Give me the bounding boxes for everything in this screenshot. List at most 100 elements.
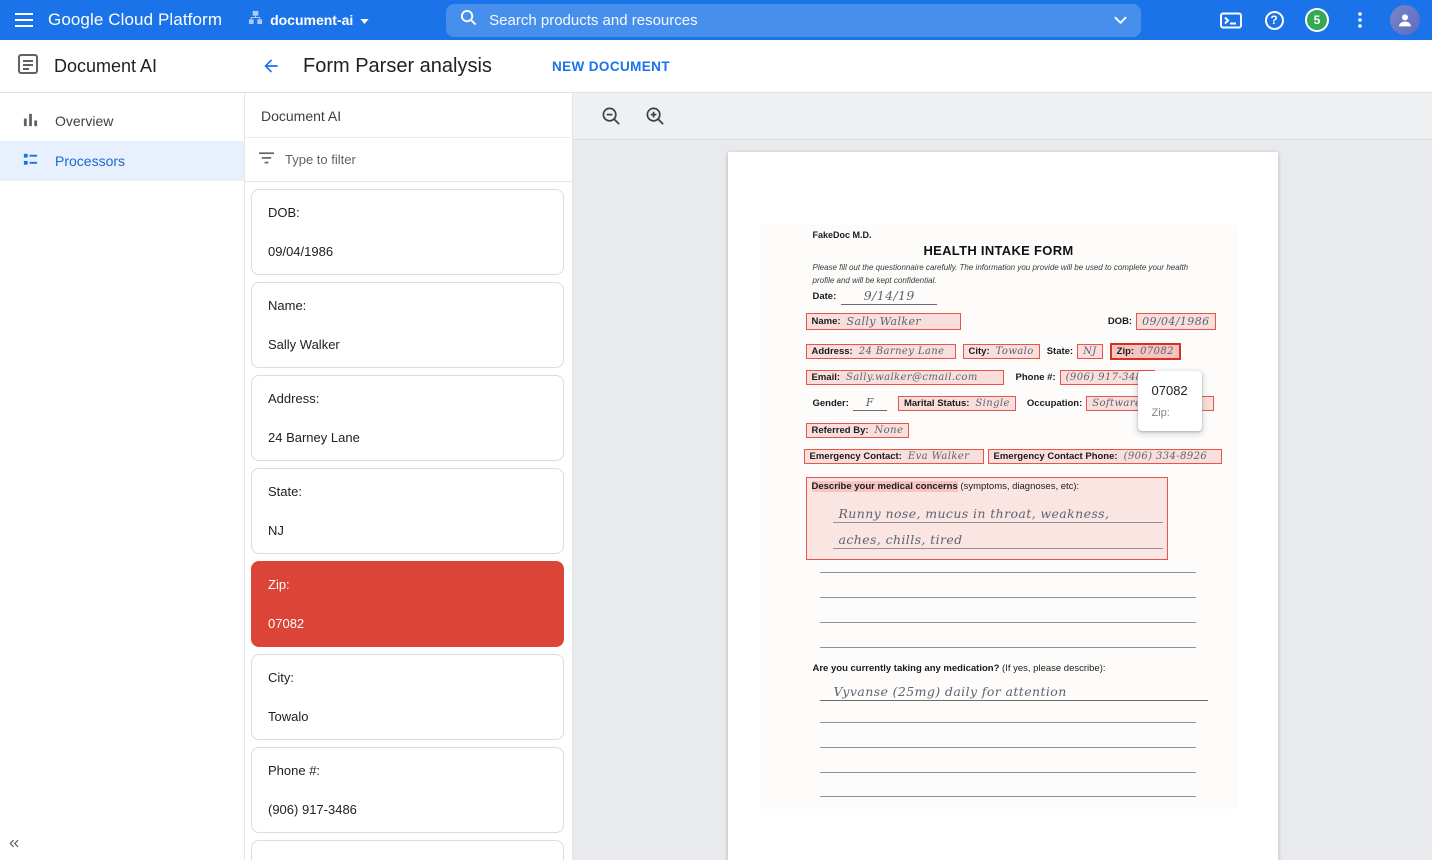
medical-concerns-field-highlight[interactable]: Describe your medical concerns (symptoms… — [806, 477, 1168, 560]
dob-field-highlight[interactable]: 09/04/1986 — [1136, 313, 1215, 330]
referred-by-label: Referred By: — [812, 425, 869, 436]
field-card-name[interactable]: Name: Sally Walker — [251, 282, 564, 368]
sidebar-item-processors[interactable]: Processors — [0, 141, 244, 181]
help-icon[interactable]: ? — [1261, 7, 1287, 33]
emergency-contact-value: Eva Walker — [908, 451, 969, 462]
name-dob-row: Name: Sally Walker DOB: 09/04/1986 — [806, 313, 1216, 330]
preview-canvas[interactable]: FakeDoc M.D. HEALTH INTAKE FORM Please f… — [573, 140, 1432, 860]
zoom-out-icon[interactable] — [597, 102, 625, 130]
field-label: City: — [268, 670, 547, 685]
medical-concerns-line1: Runny nose, mucus in throat, weakness, — [839, 506, 1110, 521]
address-label: Address: — [812, 346, 853, 357]
notifications-badge[interactable]: 5 — [1304, 7, 1330, 33]
referred-by-field-highlight[interactable]: Referred By: None — [806, 423, 910, 438]
zoom-in-icon[interactable] — [641, 102, 669, 130]
panel-title: Document AI — [245, 93, 572, 138]
referred-by-value: None — [875, 425, 904, 436]
avatar[interactable] — [1390, 5, 1420, 35]
field-value: NJ — [268, 523, 547, 538]
field-value: Towalo — [268, 709, 547, 724]
medication-question-label: Are you currently taking any medication?… — [813, 663, 1106, 674]
occupation-label: Occupation: — [1027, 398, 1082, 409]
emergency-phone-field-highlight[interactable]: Emergency Contact Phone: (906) 334-8926 — [988, 449, 1222, 464]
search-input[interactable] — [489, 12, 1102, 29]
search-bar[interactable] — [446, 4, 1141, 37]
project-name: document-ai — [270, 12, 353, 28]
emergency-phone-label: Emergency Contact Phone: — [994, 451, 1118, 462]
processors-icon — [22, 151, 39, 171]
gender-label: Gender: — [813, 398, 849, 409]
field-card-dob[interactable]: DOB: 09/04/1986 — [251, 189, 564, 275]
marital-status-value: Single — [975, 398, 1009, 409]
filter-row — [245, 138, 572, 182]
back-arrow-icon[interactable] — [257, 52, 285, 80]
field-label: DOB: — [268, 205, 547, 220]
email-phone-row: Email: Sally.walker@cmail.com Phone #: (… — [806, 370, 1156, 385]
marital-status-label: Marital Status: — [904, 398, 969, 409]
name-field-highlight[interactable]: Name: Sally Walker — [806, 313, 961, 330]
city-label: City: — [969, 346, 990, 357]
field-card-city[interactable]: City: Towalo — [251, 654, 564, 740]
field-card-address[interactable]: Address: 24 Barney Lane — [251, 375, 564, 461]
app-header: Document AI — [0, 52, 245, 81]
sidebar-item-overview[interactable]: Overview — [0, 101, 244, 141]
medication-answer: Vyvanse (25mg) daily for attention — [820, 684, 1208, 701]
field-label: Phone #: — [268, 763, 547, 778]
state-field-highlight[interactable]: NJ — [1077, 344, 1103, 359]
project-selector[interactable]: document-ai — [248, 10, 369, 30]
collapse-sidebar-icon[interactable] — [6, 836, 21, 856]
medical-concerns-label: Describe your medical concerns (symptoms… — [812, 481, 1080, 492]
form-subtitle: Please fill out the questionnaire carefu… — [813, 262, 1193, 288]
name-value: Sally Walker — [847, 315, 922, 328]
filter-input[interactable] — [285, 152, 558, 167]
zip-label: Zip: — [1117, 346, 1134, 357]
field-value: 07082 — [268, 616, 547, 631]
sidebar: Overview Processors — [0, 93, 245, 860]
zip-field-highlight[interactable]: Zip: 07082 — [1110, 343, 1181, 360]
address-row: Address: 24 Barney Lane City: Towalo Sta… — [806, 343, 1181, 360]
emergency-contact-label: Emergency Contact: — [810, 451, 902, 462]
search-icon — [460, 9, 477, 31]
field-label: State: — [268, 484, 547, 499]
email-field-highlight[interactable]: Email: Sally.walker@cmail.com — [806, 370, 1004, 385]
blank-line — [820, 796, 1196, 797]
field-value: 24 Barney Lane — [268, 430, 547, 445]
dob-label: DOB: — [1108, 316, 1132, 327]
search-options-chevron-icon[interactable] — [1114, 11, 1127, 29]
field-label: Zip: — [268, 577, 547, 592]
emergency-contact-field-highlight[interactable]: Emergency Contact: Eva Walker — [804, 449, 984, 464]
occupation-value: Software — [1092, 398, 1141, 409]
cloud-shell-icon[interactable] — [1218, 7, 1244, 33]
more-options-icon[interactable] — [1347, 7, 1373, 33]
topbar: Google Cloud Platform document-ai ? 5 — [0, 0, 1432, 40]
project-icon — [248, 10, 263, 30]
preview-toolbar — [573, 93, 1432, 140]
new-document-button[interactable]: NEW DOCUMENT — [552, 59, 670, 74]
blank-line — [820, 772, 1196, 773]
medical-concerns-line2: aches, chills, tired — [839, 532, 963, 547]
referred-row: Referred By: None — [806, 423, 910, 438]
field-card-zip[interactable]: Zip: 07082 — [251, 561, 564, 647]
filter-icon — [259, 151, 274, 169]
field-card-phone[interactable]: Phone #: (906) 917-3486 — [251, 747, 564, 833]
app-title: Document AI — [54, 56, 157, 77]
overview-icon — [22, 111, 39, 131]
tooltip-value: 07082 — [1152, 383, 1188, 398]
marital-status-field-highlight[interactable]: Marital Status: Single — [898, 396, 1016, 411]
phone-value: (906) 917-3486 — [1066, 372, 1150, 383]
address-field-highlight[interactable]: Address: 24 Barney Lane — [806, 344, 956, 359]
field-card[interactable] — [251, 840, 564, 860]
blank-line — [820, 747, 1196, 748]
field-value: (906) 917-3486 — [268, 802, 547, 817]
sidebar-item-label: Processors — [55, 153, 125, 169]
field-card-state[interactable]: State: NJ — [251, 468, 564, 554]
zip-value: 07082 — [1140, 346, 1174, 357]
field-card-list[interactable]: DOB: 09/04/1986 Name: Sally Walker Addre… — [245, 182, 572, 860]
page-title: Form Parser analysis — [303, 55, 492, 78]
blank-line — [820, 597, 1196, 598]
clinic-name: FakeDoc M.D. — [813, 230, 872, 240]
blank-line — [820, 622, 1196, 623]
city-field-highlight[interactable]: City: Towalo — [963, 344, 1040, 359]
address-value: 24 Barney Lane — [859, 346, 945, 357]
menu-icon[interactable] — [0, 0, 48, 40]
